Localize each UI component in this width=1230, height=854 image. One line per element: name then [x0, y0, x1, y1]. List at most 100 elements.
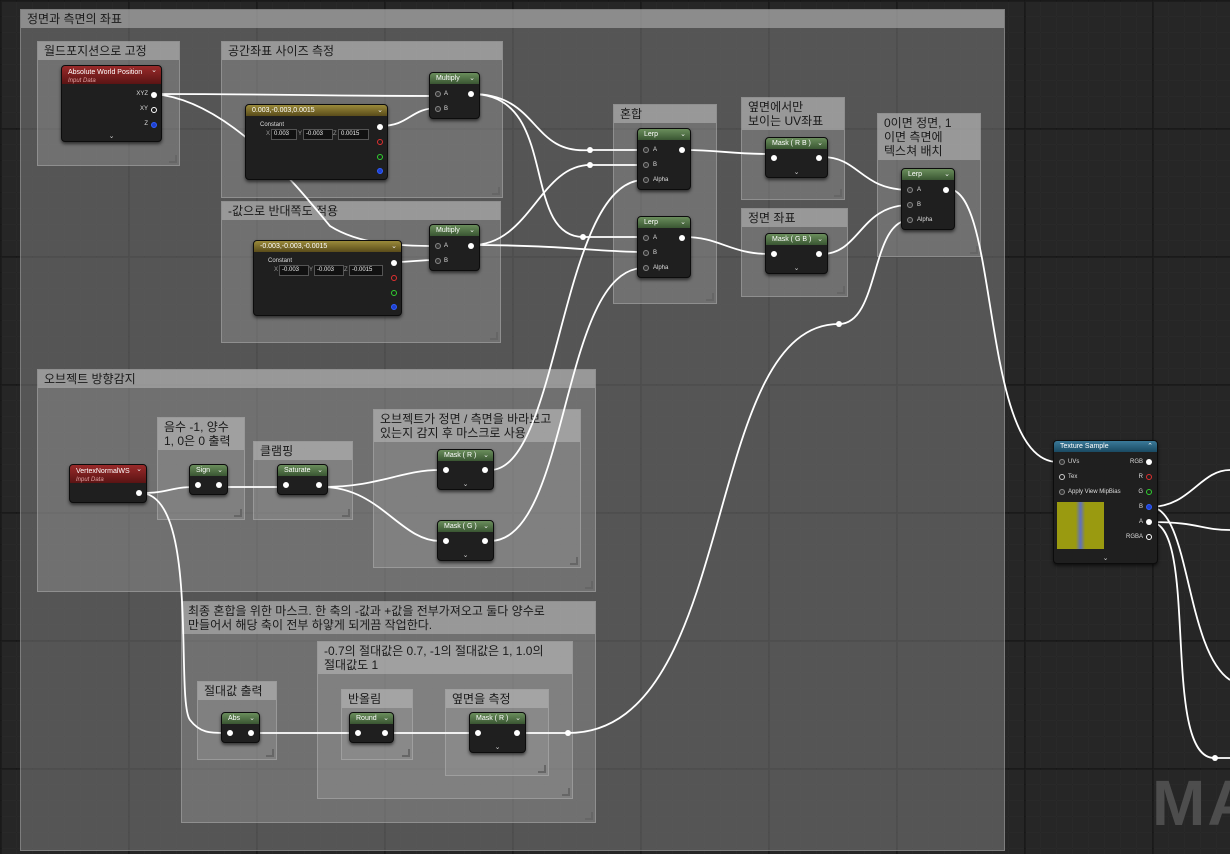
sign-node[interactable]: Sign ⌄: [189, 464, 228, 495]
input-pin[interactable]: [355, 730, 361, 736]
resize-grip[interactable]: [234, 509, 242, 517]
output-pin-b[interactable]: [1146, 504, 1152, 510]
input-pin-b[interactable]: [907, 202, 913, 208]
absolute-world-position-node[interactable]: Absolute World Position Input Data ⌄ XYZ X…: [61, 65, 162, 142]
mask-g-node[interactable]: Mask ( G ) ⌄ ⌄: [437, 520, 494, 561]
input-pin[interactable]: [443, 538, 449, 544]
round-node[interactable]: Round ⌄: [349, 712, 394, 743]
chevron-down-icon[interactable]: ⌄: [438, 551, 493, 559]
y-value-field[interactable]: -0.003: [314, 265, 344, 276]
resize-grip[interactable]: [490, 332, 498, 340]
reroute-node[interactable]: [587, 162, 593, 168]
texture-sample-node[interactable]: Texture Sample ⌃ UVs Tex Apply View MipBi…: [1053, 440, 1158, 564]
z-value-field[interactable]: 0.0015: [338, 129, 369, 140]
resize-grip[interactable]: [837, 286, 845, 294]
input-pin-alpha[interactable]: [643, 265, 649, 271]
mask-r-node[interactable]: Mask ( R ) ⌄ ⌄: [437, 449, 494, 490]
resize-grip[interactable]: [342, 509, 350, 517]
output-pin[interactable]: [468, 243, 474, 249]
node-header[interactable]: Lerp ⌄: [902, 169, 954, 180]
output-pin-g[interactable]: [1146, 489, 1152, 495]
output-pin-r[interactable]: [377, 139, 383, 145]
chevron-down-icon[interactable]: ⌄: [680, 217, 686, 228]
resize-grip[interactable]: [834, 189, 842, 197]
output-pin[interactable]: [514, 730, 520, 736]
reroute-node[interactable]: [565, 730, 571, 736]
node-header[interactable]: Mask ( R ) ⌄: [438, 450, 493, 461]
chevron-down-icon[interactable]: ⌄: [249, 713, 255, 724]
input-pin-mipbias[interactable]: [1059, 489, 1065, 495]
reroute-node[interactable]: [580, 234, 586, 240]
input-pin-alpha[interactable]: [643, 177, 649, 183]
node-header[interactable]: VertexNormalWS Input Data ⌄: [70, 465, 146, 483]
output-pin-a[interactable]: [1146, 519, 1152, 525]
saturate-node[interactable]: Saturate ⌄: [277, 464, 328, 495]
resize-grip[interactable]: [970, 246, 978, 254]
x-value-field[interactable]: 0.003: [271, 129, 297, 140]
resize-grip[interactable]: [562, 788, 570, 796]
input-pin-a[interactable]: [643, 147, 649, 153]
output-pin-rgba[interactable]: [1146, 534, 1152, 540]
chevron-down-icon[interactable]: ⌄: [391, 241, 397, 252]
output-pin[interactable]: [943, 187, 949, 193]
node-header[interactable]: Saturate ⌄: [278, 465, 327, 476]
input-pin-b[interactable]: [643, 162, 649, 168]
node-header[interactable]: Lerp ⌄: [638, 217, 690, 228]
output-pin-g[interactable]: [391, 290, 397, 296]
chevron-down-icon[interactable]: ⌄: [469, 73, 475, 84]
resize-grip[interactable]: [538, 765, 546, 773]
mask-r-node[interactable]: Mask ( R ) ⌄ ⌄: [469, 712, 526, 753]
chevron-down-icon[interactable]: ⌄: [383, 713, 389, 724]
output-pin[interactable]: [216, 482, 222, 488]
output-pin[interactable]: [377, 124, 383, 130]
input-pin-b[interactable]: [435, 106, 441, 112]
chevron-down-icon[interactable]: ⌄: [483, 521, 489, 532]
input-pin-a[interactable]: [435, 91, 441, 97]
output-pin[interactable]: [679, 235, 685, 241]
chevron-down-icon[interactable]: ⌄: [766, 168, 827, 176]
chevron-down-icon[interactable]: ⌄: [377, 105, 383, 116]
mask-gb-node[interactable]: Mask ( G B ) ⌄ ⌄: [765, 233, 828, 274]
resize-grip[interactable]: [169, 155, 177, 163]
node-header[interactable]: Mask ( R ) ⌄: [470, 713, 525, 724]
node-header[interactable]: Texture Sample ⌃: [1054, 441, 1157, 452]
output-pin[interactable]: [482, 538, 488, 544]
output-pin[interactable]: [391, 260, 397, 266]
resize-grip[interactable]: [570, 557, 578, 565]
chevron-down-icon[interactable]: ⌄: [62, 132, 161, 140]
resize-grip[interactable]: [706, 293, 714, 301]
node-header[interactable]: Round ⌄: [350, 713, 393, 724]
chevron-up-icon[interactable]: ⌃: [1147, 441, 1153, 452]
resize-grip[interactable]: [402, 749, 410, 757]
input-pin-a[interactable]: [643, 235, 649, 241]
chevron-down-icon[interactable]: ⌄: [817, 234, 823, 245]
mask-rb-node[interactable]: Mask ( R B ) ⌄ ⌄: [765, 137, 828, 178]
output-pin-z[interactable]: [151, 122, 157, 128]
y-value-field[interactable]: -0.003: [303, 129, 333, 140]
node-header[interactable]: Mask ( R B ) ⌄: [766, 138, 827, 149]
output-pin[interactable]: [482, 467, 488, 473]
output-pin[interactable]: [316, 482, 322, 488]
input-pin[interactable]: [283, 482, 289, 488]
output-pin-g[interactable]: [377, 154, 383, 160]
chevron-down-icon[interactable]: ⌄: [469, 225, 475, 236]
chevron-down-icon[interactable]: ⌄: [136, 465, 142, 474]
output-pin[interactable]: [382, 730, 388, 736]
input-pin[interactable]: [195, 482, 201, 488]
output-pin[interactable]: [816, 155, 822, 161]
chevron-down-icon[interactable]: ⌄: [438, 480, 493, 488]
input-pin-alpha[interactable]: [907, 217, 913, 223]
chevron-down-icon[interactable]: ⌄: [680, 129, 686, 140]
x-value-field[interactable]: -0.003: [279, 265, 309, 276]
output-pin-xy[interactable]: [151, 107, 157, 113]
input-pin-tex[interactable]: [1059, 474, 1065, 480]
reroute-node[interactable]: [836, 321, 842, 327]
node-header[interactable]: Mask ( G B ) ⌄: [766, 234, 827, 245]
node-header[interactable]: Sign ⌄: [190, 465, 227, 476]
chevron-down-icon[interactable]: ⌄: [317, 465, 323, 476]
multiply-node[interactable]: Multiply ⌄ A B: [429, 224, 480, 271]
node-header[interactable]: Mask ( G ) ⌄: [438, 521, 493, 532]
chevron-down-icon[interactable]: ⌄: [217, 465, 223, 476]
chevron-down-icon[interactable]: ⌄: [1054, 554, 1157, 562]
lerp-node[interactable]: Lerp ⌄ A B Alpha: [637, 216, 691, 278]
